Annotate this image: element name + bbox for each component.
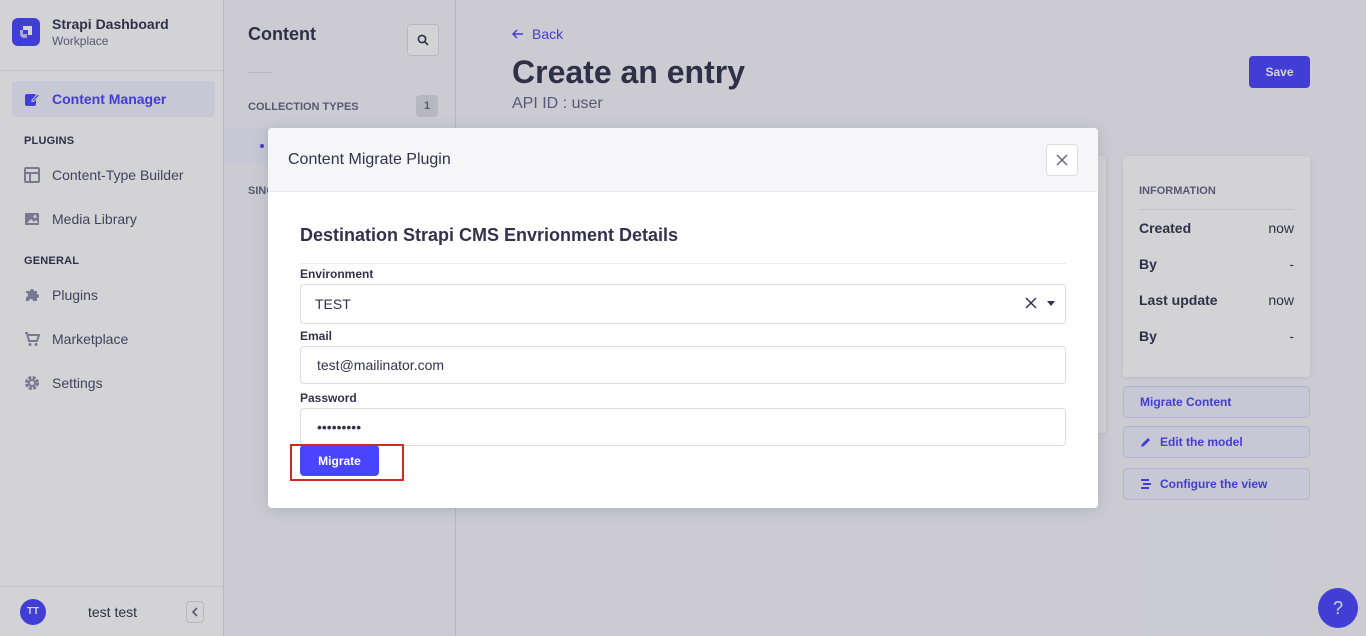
modal-heading: Destination Strapi CMS Envrionment Detai… [300, 225, 1066, 264]
environment-select[interactable]: TEST [300, 284, 1066, 324]
modal-header: Content Migrate Plugin [268, 128, 1098, 192]
content-migrate-modal: Content Migrate Plugin Destination Strap… [268, 128, 1098, 508]
caret-down-icon[interactable] [1047, 300, 1055, 306]
modal-title: Content Migrate Plugin [288, 150, 451, 168]
modal-body: Destination Strapi CMS Envrionment Detai… [268, 192, 1098, 450]
close-icon [1056, 154, 1068, 166]
environment-value: TEST [315, 296, 351, 312]
email-field[interactable] [300, 346, 1066, 384]
close-modal-button[interactable] [1046, 144, 1078, 176]
environment-label: Environment [300, 267, 374, 281]
password-label: Password [300, 391, 357, 405]
clear-icon[interactable] [1025, 297, 1037, 309]
email-label: Email [300, 329, 333, 343]
password-field[interactable] [300, 408, 1066, 446]
migrate-button[interactable]: Migrate [300, 445, 379, 476]
